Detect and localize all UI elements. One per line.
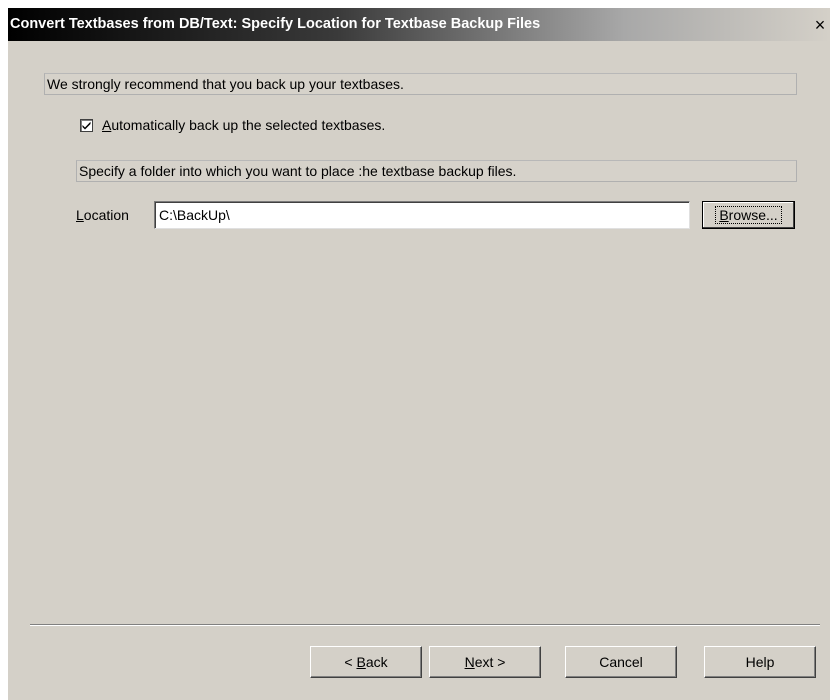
footer-divider [30,624,820,626]
location-label: Location [76,207,129,223]
wizard-dialog: Convert Textbases from DB/Text: Specify … [8,8,830,700]
next-button[interactable]: Next > [429,646,541,678]
close-icon[interactable]: × [810,15,830,35]
back-button[interactable]: < Back [310,646,422,678]
folder-prompt-text: Specify a folder into which you want to … [76,160,797,182]
title-bar[interactable]: Convert Textbases from DB/Text: Specify … [8,8,830,41]
help-button[interactable]: Help [704,646,816,678]
recommendation-text: We strongly recommend that you back up y… [44,73,797,95]
window-title: Convert Textbases from DB/Text: Specify … [10,16,541,32]
location-input[interactable] [154,201,690,229]
auto-backup-checkbox[interactable] [80,118,93,132]
auto-backup-option[interactable]: Automatically back up the selected textb… [80,116,385,134]
checkmark-icon [82,121,91,129]
cancel-button[interactable]: Cancel [565,646,677,678]
browse-button[interactable]: Browse... [702,201,795,229]
auto-backup-label: Automatically back up the selected textb… [102,117,386,133]
